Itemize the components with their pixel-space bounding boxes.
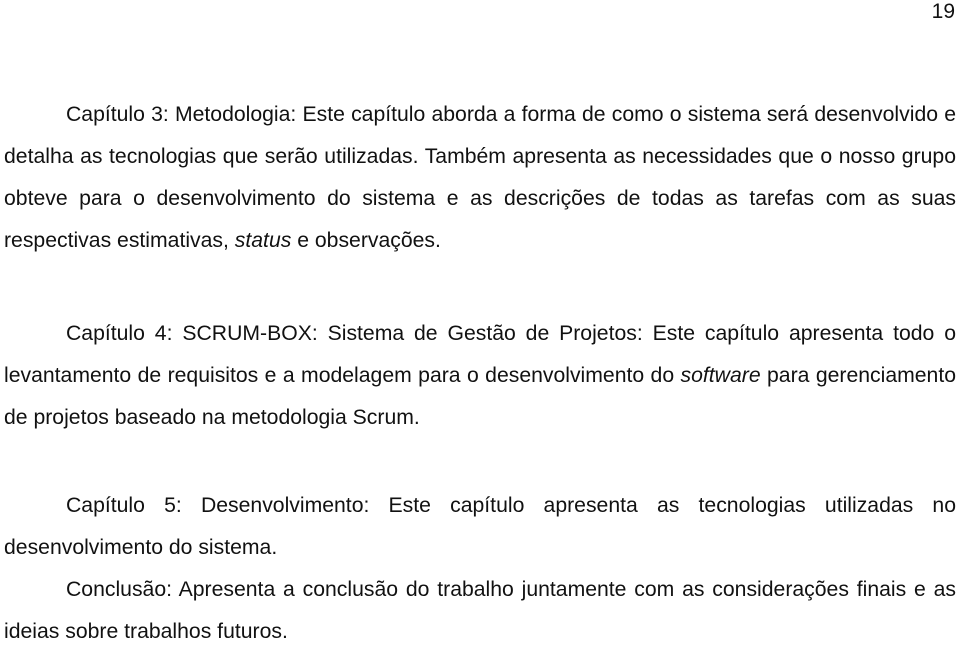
paragraph-chapter-3: Capítulo 3: Metodologia: Este capítulo a…: [4, 94, 956, 262]
text-segment: Capítulo 3: Metodologia: Este capítulo a…: [4, 103, 956, 252]
paragraph-text: Capítulo 5: Desenvolvimento: Este capítu…: [4, 485, 956, 569]
paragraph-text: Conclusão: Apresenta a conclusão do trab…: [4, 569, 956, 653]
italic-term: software: [680, 364, 761, 387]
text-segment: Conclusão: Apresenta a conclusão do trab…: [4, 578, 956, 643]
paragraph-chapter-5: Capítulo 5: Desenvolvimento: Este capítu…: [4, 485, 956, 569]
page-number: 19: [931, 0, 955, 23]
paragraph-conclusion: Conclusão: Apresenta a conclusão do trab…: [4, 569, 956, 653]
italic-term: status: [234, 229, 292, 252]
paragraph-text: Capítulo 3: Metodologia: Este capítulo a…: [4, 94, 956, 262]
text-segment: e observações.: [291, 229, 441, 252]
paragraph-chapter-4: Capítulo 4: SCRUM-BOX: Sistema de Gestão…: [4, 313, 956, 439]
paragraph-text: Capítulo 4: SCRUM-BOX: Sistema de Gestão…: [4, 313, 956, 439]
text-segment: Capítulo 5: Desenvolvimento: Este capítu…: [4, 494, 956, 559]
